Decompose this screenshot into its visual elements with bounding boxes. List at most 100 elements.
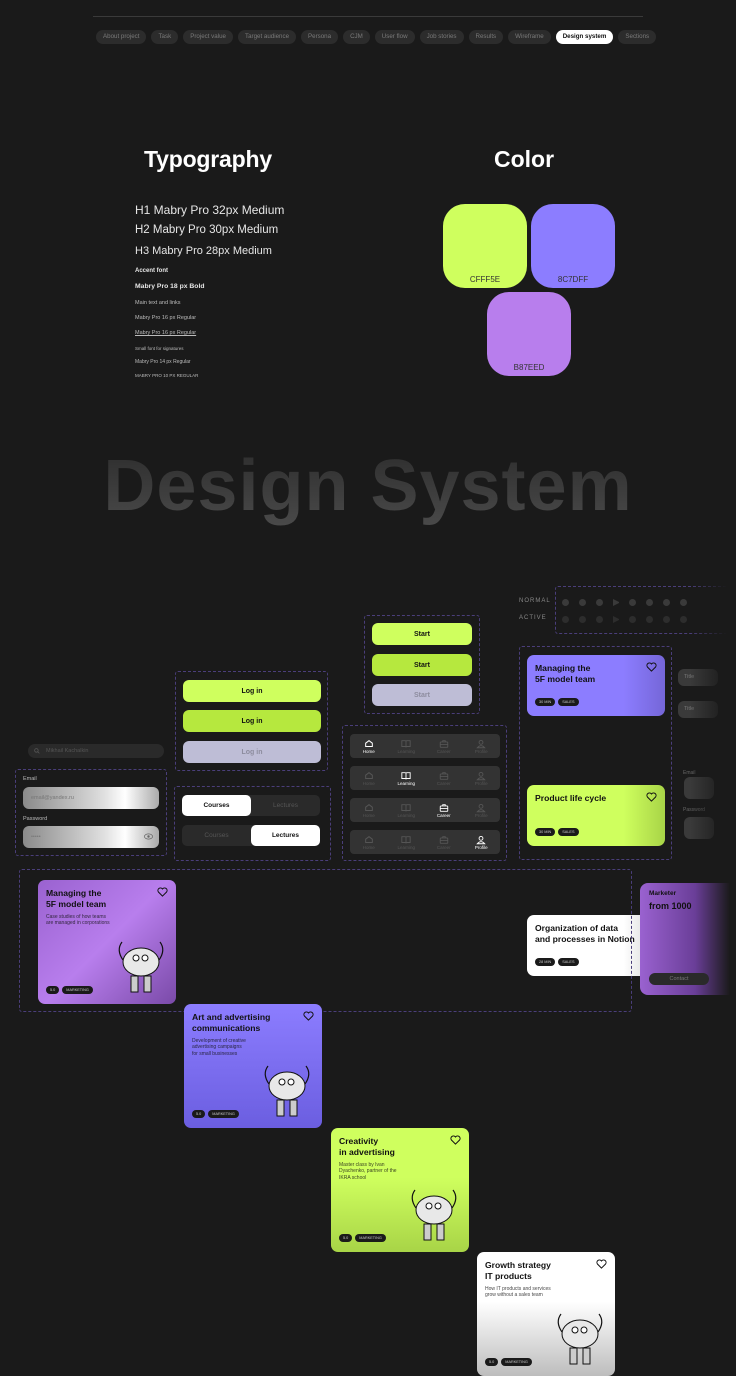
nav-tab-job-stories[interactable]: Job stories (419, 30, 464, 44)
swatch-label: 8C7DFF (557, 275, 589, 284)
nav-tab-sections[interactable]: Sections (618, 30, 657, 44)
password-field[interactable]: ••••• (23, 826, 159, 848)
type-sample-h3: H3 Mabry Pro 28px Medium (135, 245, 272, 257)
heart-icon[interactable] (450, 1135, 461, 1145)
segment-courses[interactable]: Courses (182, 825, 251, 846)
side-card[interactable]: Product life cycle 30 MIN SALES (527, 785, 665, 846)
stop-icon[interactable] (680, 599, 687, 606)
accent-spec: Mabry Pro 18 px Bold (135, 283, 205, 290)
bottom-tabbar: Home Learning Career Profile (350, 798, 500, 822)
start-button-hover[interactable]: Start (372, 654, 472, 676)
tab-label: Profile (474, 844, 488, 850)
play-icon[interactable] (613, 616, 619, 623)
learning-icon (401, 835, 411, 843)
heart-icon[interactable] (596, 1259, 607, 1269)
tab-learning[interactable]: Learning (391, 803, 421, 818)
segment-courses[interactable]: Courses (182, 795, 251, 816)
nav-tab-project-value[interactable]: Project value (183, 30, 233, 44)
character-illustration (264, 1065, 310, 1117)
nav-tab-target-audience[interactable]: Target audience (237, 30, 297, 44)
heart-icon[interactable] (157, 887, 168, 897)
pause-icon[interactable] (663, 599, 670, 606)
tab-home[interactable]: Home (354, 739, 384, 754)
rewind-icon[interactable] (629, 599, 636, 606)
contact-button[interactable]: Contact (649, 973, 709, 985)
play-icon[interactable] (613, 599, 619, 606)
type-sample-h2: H2 Mabry Pro 30px Medium (135, 224, 279, 236)
segment-lectures[interactable]: Lectures (251, 795, 320, 816)
nav-tab-wireframe[interactable]: Wireframe (508, 30, 551, 44)
nav-tab-task[interactable]: Task (151, 30, 179, 44)
tab-career[interactable]: Career (429, 803, 459, 818)
rewind-icon[interactable] (629, 616, 636, 623)
login-button-hover[interactable]: Log in (183, 710, 321, 732)
eye-icon[interactable] (562, 616, 569, 623)
tab-label: Home (362, 844, 375, 850)
email-field[interactable]: email@yandex.ru (23, 787, 159, 809)
course-card[interactable]: Growth strategy IT products How IT produc… (477, 1252, 615, 1376)
segmented-control-courses: Courses Lectures (182, 795, 320, 816)
tab-label: Learning (397, 780, 415, 786)
nav-tab-design-system[interactable]: Design system (555, 30, 614, 44)
tab-home[interactable]: Home (354, 835, 384, 850)
heart-icon[interactable] (646, 792, 657, 802)
profile-icon (476, 835, 487, 844)
nav-tab-cjm[interactable]: CJM (343, 30, 370, 44)
profile-icon (476, 771, 487, 780)
course-card[interactable]: Managing the 5F model team Case studies o… (38, 880, 176, 1004)
side-card[interactable]: Managing the 5F model team 30 MIN SALES (527, 655, 665, 716)
swatch-blue-violet: 8C7DFF (531, 204, 615, 288)
tab-learning[interactable]: Learning (391, 739, 421, 754)
tab-career[interactable]: Career (429, 739, 459, 754)
eye-closed-icon[interactable] (579, 616, 586, 623)
pause-icon[interactable] (663, 616, 670, 623)
fast-forward-icon[interactable] (646, 599, 653, 606)
tab-label: Career (436, 812, 451, 818)
tab-career[interactable]: Career (429, 835, 459, 850)
nav-tab-results[interactable]: Results (468, 30, 504, 44)
segment-lectures[interactable]: Lectures (251, 825, 320, 846)
card-tags: 5.0 MARKETING (485, 1350, 535, 1368)
start-button-disabled[interactable]: Start (372, 684, 472, 706)
career-icon (439, 803, 448, 812)
heart-icon[interactable] (303, 1011, 314, 1021)
heart-icon[interactable] (646, 662, 657, 672)
tab-profile[interactable]: Profile (466, 835, 496, 850)
tab-profile[interactable]: Profile (466, 739, 496, 754)
start-button-normal[interactable]: Start (372, 623, 472, 645)
eye-icon[interactable] (144, 833, 153, 840)
course-card[interactable]: Creativity in advertising Master class by… (331, 1128, 469, 1252)
record-icon[interactable] (596, 599, 603, 606)
profile-icon (476, 739, 487, 748)
search-icon (34, 748, 40, 754)
fast-forward-icon[interactable] (646, 616, 653, 623)
tab-career[interactable]: Career (429, 771, 459, 786)
swatch-label: B87EED (513, 363, 545, 372)
tab-label: Profile (474, 812, 488, 818)
tab-learning[interactable]: Learning (391, 771, 421, 786)
login-button-disabled[interactable]: Log in (183, 741, 321, 763)
tab-home[interactable]: Home (354, 771, 384, 786)
stop-icon[interactable] (680, 616, 687, 623)
link-sample[interactable]: Mabry Pro 16 px Regular (135, 330, 196, 336)
tab-profile[interactable]: Profile (466, 803, 496, 818)
login-button-normal[interactable]: Log in (183, 680, 321, 702)
nav-tab-about-project[interactable]: About project (96, 30, 147, 44)
course-card[interactable]: Art and advertising communications Develo… (184, 1004, 322, 1128)
eye-closed-icon[interactable] (579, 599, 586, 606)
tag: SALES (558, 828, 579, 836)
swatch-lime: CFFF5E (443, 204, 527, 288)
tab-home[interactable]: Home (354, 803, 384, 818)
vacancy-salary: from 1000 (649, 901, 692, 911)
type-sample-h1: H1 Mabry Pro 32px Medium (135, 203, 285, 217)
nav-tab-persona[interactable]: Persona (301, 30, 339, 44)
eye-icon[interactable] (562, 599, 569, 606)
card-description: Development of creative advertising camp… (192, 1038, 246, 1057)
record-icon[interactable] (596, 616, 603, 623)
search-input[interactable]: Mikhail Kachalkin (28, 744, 164, 758)
vacancy-card[interactable]: Marketer from 1000 Contact (640, 883, 736, 995)
nav-tab-user-flow[interactable]: User flow (374, 30, 415, 44)
tab-learning[interactable]: Learning (391, 835, 421, 850)
active-label: ACTIVE (519, 615, 547, 621)
tab-profile[interactable]: Profile (466, 771, 496, 786)
